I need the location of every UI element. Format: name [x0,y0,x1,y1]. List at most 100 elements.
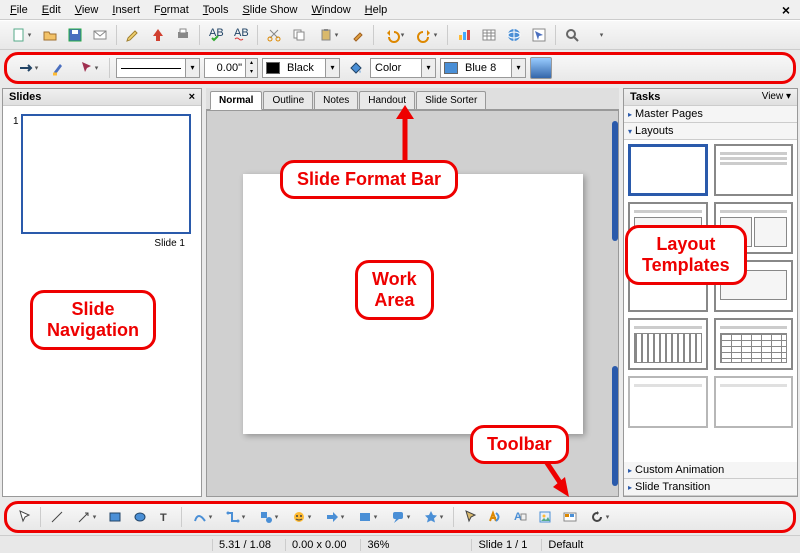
rotate-button[interactable] [584,506,614,528]
fill-color-combo[interactable]: Blue 8 ▾ [440,58,526,78]
slide-thumbnail[interactable]: 1 [21,114,191,234]
fontwork-button[interactable] [484,506,506,528]
menu-tools[interactable]: Tools [197,3,235,17]
spellcheck-button[interactable]: ABC [205,24,227,46]
layout-template[interactable] [628,318,708,370]
pointer-button[interactable] [73,57,103,79]
fill-bucket-button[interactable] [344,57,366,79]
slide-format-bar: ▾ ▴▾ Black ▾ Color ▾ Blue 8 ▾ [4,52,796,84]
svg-text:ABC: ABC [234,27,249,39]
tasks-title: Tasks [630,91,660,103]
menubar: File Edit View Insert Format Tools Slide… [0,0,800,20]
copy-button[interactable] [288,24,310,46]
email-button[interactable] [89,24,111,46]
menu-insert[interactable]: Insert [106,3,146,17]
close-icon[interactable]: × [776,1,796,19]
section-animation[interactable]: ▸Custom Animation [624,462,797,479]
expand-button[interactable] [586,24,616,46]
line-color-combo[interactable]: Black ▾ [262,58,340,78]
close-panel-icon[interactable]: × [189,91,195,103]
basic-shapes-button[interactable] [253,506,283,528]
menu-edit[interactable]: Edit [36,3,67,17]
line-sample [121,68,181,69]
scroll-thumb[interactable] [612,121,618,241]
save-button[interactable] [64,24,86,46]
layout-template[interactable] [714,318,794,370]
symbol-shapes-button[interactable] [286,506,316,528]
tasks-panel: Tasks View ▾ ▸Master Pages ▾Layouts ▸Cus… [623,88,798,497]
highlight-button[interactable] [47,57,69,79]
menu-file[interactable]: File [4,3,34,17]
undo-button[interactable] [379,24,409,46]
cut-button[interactable] [263,24,285,46]
line-button[interactable] [46,506,68,528]
open-button[interactable] [39,24,61,46]
menu-view[interactable]: View [69,3,105,17]
new-button[interactable] [6,24,36,46]
navigator-button[interactable] [528,24,550,46]
callout-work: Work Area [355,260,434,320]
drawing-toolbar: T A [4,501,796,533]
pdf-button[interactable] [147,24,169,46]
tab-notes[interactable]: Notes [314,91,358,109]
line-width-field[interactable]: ▴▾ [204,58,258,78]
arrow-style-button[interactable] [13,57,43,79]
from-file-button[interactable] [534,506,556,528]
fontwork-gallery-button[interactable]: A [509,506,531,528]
line-color-swatch [266,62,280,74]
paste-button[interactable] [313,24,343,46]
layout-template[interactable] [714,144,794,196]
fill-mode-combo[interactable]: Color ▾ [370,58,436,78]
stars-button[interactable] [418,506,448,528]
table-button[interactable] [478,24,500,46]
section-layouts[interactable]: ▾Layouts [624,123,797,140]
spin-up[interactable]: ▴ [246,59,257,68]
slides-panel-title: Slides [9,91,41,103]
chart-button[interactable] [453,24,475,46]
scroll-thumb-2[interactable] [612,366,618,486]
redo-button[interactable] [412,24,442,46]
glue-button[interactable] [459,506,481,528]
tasks-view-menu[interactable]: View ▾ [762,91,791,103]
line-width-input[interactable] [205,62,245,74]
print-button[interactable] [172,24,194,46]
callout-layouts: Layout Templates [625,225,747,285]
line-style-combo[interactable]: ▾ [116,58,200,78]
standard-toolbar: ABC ABC [0,20,800,50]
rect-button[interactable] [104,506,126,528]
tab-sorter[interactable]: Slide Sorter [416,91,486,109]
edit-button[interactable] [122,24,144,46]
paintbrush-button[interactable] [346,24,368,46]
gallery-button[interactable] [559,506,581,528]
slide-number: 1 [13,116,19,127]
menu-slideshow[interactable]: Slide Show [236,3,303,17]
connector-button[interactable] [220,506,250,528]
hyperlink-button[interactable] [503,24,525,46]
layout-template[interactable] [628,144,708,196]
shadow-button[interactable] [530,57,552,79]
select-button[interactable] [13,506,35,528]
menu-window[interactable]: Window [306,3,357,17]
menu-format[interactable]: Format [148,3,195,17]
tab-normal[interactable]: Normal [210,91,262,110]
autospell-button[interactable]: ABC [230,24,252,46]
block-arrows-button[interactable] [319,506,349,528]
layout-template[interactable] [714,376,794,428]
layout-template[interactable] [628,376,708,428]
curve-button[interactable] [187,506,217,528]
fill-color-swatch [444,62,458,74]
text-button[interactable]: T [154,506,176,528]
menu-help[interactable]: Help [359,3,394,17]
ellipse-button[interactable] [129,506,151,528]
callout-shapes-button[interactable] [385,506,415,528]
zoom-button[interactable] [561,24,583,46]
section-transition[interactable]: ▸Slide Transition [624,479,797,496]
flowchart-button[interactable] [352,506,382,528]
section-master[interactable]: ▸Master Pages [624,106,797,123]
spin-down[interactable]: ▾ [246,68,257,77]
callout-nav: Slide Navigation [30,290,156,350]
svg-text:T: T [160,512,167,524]
tab-outline[interactable]: Outline [263,91,313,109]
layouts-grid [624,140,797,462]
arrow-button[interactable] [71,506,101,528]
